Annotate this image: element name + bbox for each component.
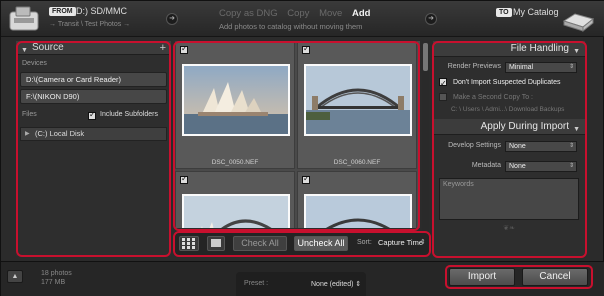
file-handling-header[interactable]: File Handling ▼ bbox=[433, 41, 585, 57]
destination-name: My Catalog bbox=[513, 7, 559, 17]
opera-house-image bbox=[184, 66, 288, 134]
develop-settings-label: Develop Settings bbox=[448, 142, 501, 149]
photo-summary: 18 photos 177 MB bbox=[41, 269, 72, 287]
preset-label: Preset : bbox=[244, 280, 269, 287]
grid-view-button[interactable] bbox=[179, 236, 199, 251]
mode-description: Add photos to catalog without moving the… bbox=[219, 22, 363, 31]
sort-label: Sort: bbox=[357, 239, 372, 246]
bridge-opera-image bbox=[184, 196, 288, 228]
collapse-triangle-icon[interactable]: ▼ bbox=[573, 122, 580, 138]
photo-thumbnail[interactable] bbox=[182, 64, 290, 136]
metadata-row: Metadata None bbox=[433, 159, 585, 174]
photo-cell[interactable] bbox=[297, 171, 417, 228]
source-panel-header[interactable]: ▼ Source + bbox=[16, 41, 171, 55]
render-previews-row: Render Previews Minimal bbox=[433, 60, 585, 75]
photo-filename: DSC_0060.NEF bbox=[333, 159, 381, 166]
import-dialog: FROM (D:) SD/MMC → Transit \ Test Photos… bbox=[0, 0, 604, 296]
apply-during-import-title: Apply During Import bbox=[480, 121, 569, 132]
grid-scrollbar[interactable] bbox=[422, 41, 429, 231]
settings-panel: File Handling ▼ Render Previews Minimal … bbox=[433, 41, 585, 256]
panel-end-ornament-icon: ❦❧ bbox=[503, 225, 515, 232]
photo-size: 177 MB bbox=[41, 279, 66, 286]
files-row: Files Include Subfolders bbox=[16, 110, 171, 124]
photo-thumbnail[interactable] bbox=[304, 194, 412, 228]
devices-label: Devices bbox=[22, 60, 47, 67]
add-icon[interactable]: + bbox=[160, 41, 166, 55]
from-badge: FROM bbox=[49, 7, 76, 16]
harbour-bridge-image bbox=[306, 66, 410, 134]
hard-drive-icon bbox=[562, 13, 595, 33]
second-copy-checkbox[interactable] bbox=[439, 93, 447, 102]
source-title: Source bbox=[32, 42, 64, 53]
mode-copy-as-dng[interactable]: Copy as DNG bbox=[219, 8, 278, 19]
source-path: → Transit \ Test Photos → bbox=[49, 21, 131, 28]
loupe-view-button[interactable] bbox=[207, 236, 225, 251]
loupe-view-icon bbox=[211, 239, 221, 247]
card-reader-icon bbox=[9, 6, 39, 31]
uncheck-all-button[interactable]: Uncheck All bbox=[294, 236, 348, 251]
photo-thumbnail[interactable] bbox=[304, 64, 412, 136]
bridge-image bbox=[306, 196, 410, 228]
sort-dropdown-arrows-icon[interactable]: ⇕ bbox=[420, 238, 426, 246]
import-footer: ▲ 18 photos 177 MB Preset : None (edited… bbox=[1, 261, 604, 296]
metadata-dropdown[interactable]: None bbox=[505, 161, 577, 172]
apply-during-import-header[interactable]: Apply During Import ▼ bbox=[433, 119, 585, 135]
local-disk-folder[interactable]: ▶ (C:) Local Disk bbox=[20, 127, 167, 141]
second-copy-path[interactable]: C: \ Users \ Admi...\ Download Backups bbox=[433, 104, 585, 116]
arrow-right-icon: ➜ bbox=[166, 13, 178, 25]
metadata-label: Metadata bbox=[471, 162, 501, 169]
collapse-triangle-icon[interactable]: ▼ bbox=[573, 44, 580, 60]
to-badge: TO bbox=[496, 8, 512, 17]
file-handling-title: File Handling bbox=[510, 43, 569, 54]
expand-triangle-icon[interactable]: ▶ bbox=[25, 128, 30, 140]
photo-checkbox[interactable] bbox=[180, 44, 188, 54]
preset-selector[interactable]: Preset : None (edited) ⇕ bbox=[236, 272, 366, 296]
sort-dropdown[interactable]: Capture Time bbox=[378, 238, 423, 247]
device-item[interactable]: F:\(NIKON D90) bbox=[20, 89, 167, 104]
keywords-field[interactable]: Keywords bbox=[439, 178, 579, 220]
grid-view-icon bbox=[182, 238, 195, 249]
mode-move[interactable]: Move bbox=[319, 8, 342, 19]
check-all-button[interactable]: Check All bbox=[233, 236, 287, 251]
develop-settings-dropdown[interactable]: None bbox=[505, 141, 577, 152]
device-item[interactable]: D:\(Camera or Card Reader) bbox=[20, 72, 167, 87]
mode-copy[interactable]: Copy bbox=[287, 8, 309, 19]
photo-thumbnail[interactable] bbox=[182, 194, 290, 228]
source-panel: ▼ Source + Devices D:\(Camera or Card Re… bbox=[16, 41, 171, 256]
scrollbar-thumb[interactable] bbox=[423, 43, 428, 71]
arrow-right-icon: ➜ bbox=[425, 13, 437, 25]
develop-settings-row: Develop Settings None bbox=[433, 139, 585, 154]
files-label: Files bbox=[22, 111, 37, 118]
dont-import-duplicates-label: Don't Import Suspected Duplicates bbox=[452, 79, 561, 86]
import-button[interactable]: Import bbox=[449, 268, 515, 286]
second-copy-row: Make a Second Copy To : bbox=[433, 92, 585, 104]
include-subfolders-checkbox[interactable] bbox=[88, 110, 96, 120]
grid-toolbar: Check All Uncheck All Sort: Capture Time… bbox=[175, 233, 430, 255]
photo-cell[interactable]: DSC_0060.NEF bbox=[297, 41, 417, 169]
second-copy-label: Make a Second Copy To : bbox=[452, 94, 533, 101]
import-mode-selector: Copy as DNG Copy Move Add bbox=[219, 8, 377, 19]
photo-checkbox[interactable] bbox=[180, 174, 188, 184]
photo-checkbox[interactable] bbox=[302, 174, 310, 184]
include-subfolders-label: Include Subfolders bbox=[100, 111, 158, 118]
keywords-label: Keywords bbox=[443, 181, 474, 188]
photo-count: 18 photos bbox=[41, 270, 72, 277]
render-previews-dropdown[interactable]: Minimal bbox=[505, 62, 577, 73]
source-name[interactable]: (D:) SD/MMC bbox=[73, 6, 127, 16]
photo-cell[interactable]: DSC_0050.NEF bbox=[175, 41, 295, 169]
expand-dialog-button[interactable]: ▲ bbox=[7, 270, 23, 283]
dont-import-duplicates-checkbox[interactable] bbox=[439, 76, 447, 91]
mode-add[interactable]: Add bbox=[352, 8, 370, 19]
import-header: FROM (D:) SD/MMC → Transit \ Test Photos… bbox=[1, 1, 604, 37]
collapse-triangle-icon[interactable]: ▼ bbox=[21, 44, 28, 58]
photo-grid: DSC_0050.NEF DSC_0060.NEF bbox=[175, 41, 420, 228]
photo-cell[interactable] bbox=[175, 171, 295, 228]
cancel-button[interactable]: Cancel bbox=[522, 268, 588, 286]
render-previews-label: Render Previews bbox=[447, 63, 501, 70]
photo-filename: DSC_0050.NEF bbox=[211, 159, 259, 166]
photo-checkbox[interactable] bbox=[302, 44, 310, 54]
local-disk-label: (C:) Local Disk bbox=[35, 129, 85, 138]
dont-import-duplicates-row: Don't Import Suspected Duplicates bbox=[433, 75, 585, 91]
preset-value[interactable]: None (edited) ⇕ bbox=[311, 280, 361, 288]
